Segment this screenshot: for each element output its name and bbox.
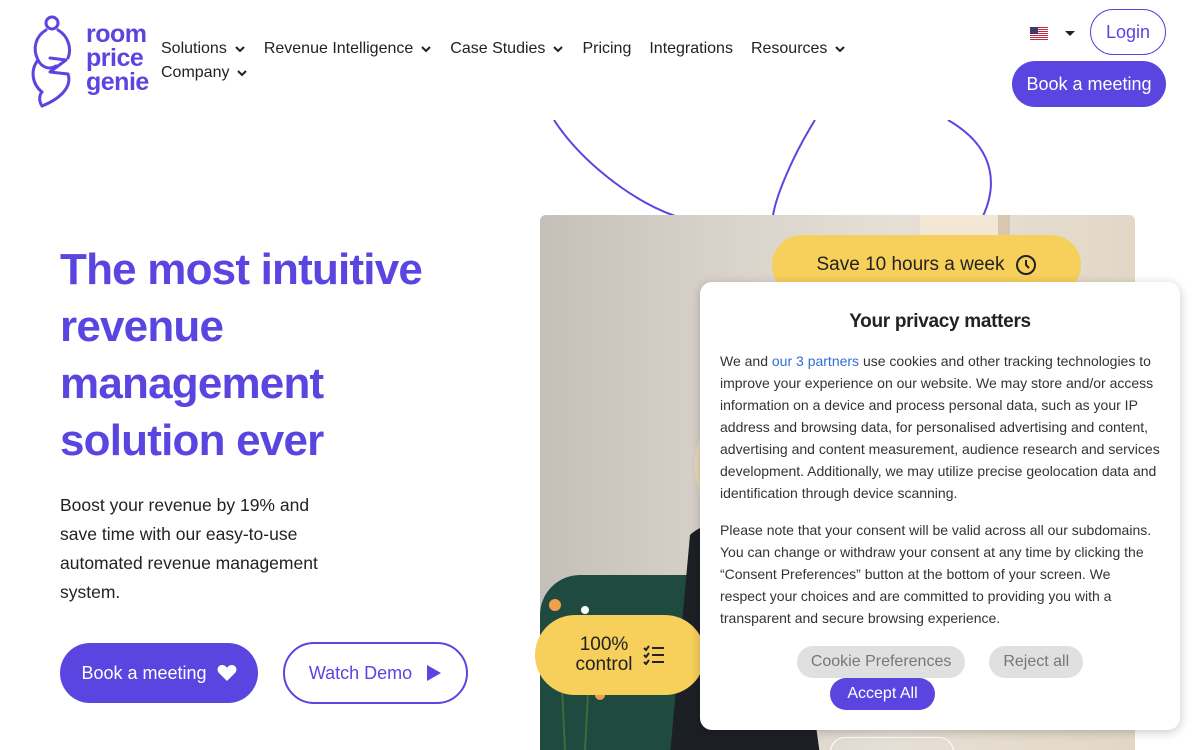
- main-nav: Solutions Revenue Intelligence Case Stud…: [161, 37, 861, 85]
- brand-wordmark: room price genie: [86, 20, 149, 96]
- nav-item-integrations[interactable]: Integrations: [649, 40, 733, 58]
- chevron-down-icon: [237, 70, 248, 77]
- nav-item-resources[interactable]: Resources: [751, 40, 846, 58]
- partners-link[interactable]: our 3 partners: [772, 353, 859, 369]
- nav-item-revenue-intelligence[interactable]: Revenue Intelligence: [264, 40, 432, 58]
- accept-all-button[interactable]: Accept All: [830, 678, 935, 710]
- hero-title-line: The most intuitive: [60, 245, 423, 294]
- control-label: control: [575, 654, 633, 675]
- hero-title-line: revenue: [60, 302, 224, 351]
- book-meeting-button[interactable]: Book a meeting: [60, 643, 258, 703]
- privacy-modal: Your privacy matters We and our 3 partne…: [700, 282, 1180, 730]
- logo-line-genie: genie: [86, 68, 149, 96]
- checklist-icon: [642, 645, 664, 665]
- privacy-paragraph-2: Please note that your consent will be va…: [720, 522, 1152, 626]
- decorative-curves: [553, 120, 992, 217]
- privacy-p1-prefix: We and: [720, 353, 772, 369]
- privacy-actions: Cookie Preferences Reject all: [700, 646, 1180, 678]
- privacy-p1-rest: use cookies and other tracking technolog…: [720, 353, 1160, 501]
- clock-icon: [1015, 255, 1036, 275]
- nav-label: Resources: [750, 40, 828, 57]
- chevron-down-icon: [553, 46, 564, 53]
- nav-label: Revenue Intelligence: [263, 40, 414, 57]
- nav-item-pricing[interactable]: Pricing: [582, 40, 631, 58]
- chevron-down-icon: [421, 46, 431, 53]
- hero-title-line: solution ever: [60, 416, 324, 465]
- nav-row-2: Company: [161, 61, 861, 85]
- us-flag-icon: [1030, 27, 1048, 40]
- language-selector[interactable]: [1030, 27, 1076, 40]
- watch-demo-label: Watch Demo: [308, 662, 413, 683]
- nav-label: Pricing: [582, 40, 632, 57]
- nav-label: Solutions: [161, 40, 227, 57]
- brand-logo[interactable]: room price genie: [28, 14, 149, 110]
- chevron-down-icon: [235, 46, 245, 53]
- heart-icon: [217, 665, 236, 681]
- control-badge: 100% control: [535, 615, 705, 695]
- genie-logo-icon: [31, 15, 72, 108]
- hero-title-line: management: [60, 359, 324, 408]
- nav-item-case-studies[interactable]: Case Studies: [450, 40, 564, 58]
- chevron-down-icon: [835, 46, 846, 53]
- nav-item-solutions[interactable]: Solutions: [161, 40, 246, 58]
- logo-line-price: price: [86, 44, 144, 72]
- nav-row-1: Solutions Revenue Intelligence Case Stud…: [161, 37, 861, 61]
- nav-item-company[interactable]: Company: [161, 64, 248, 82]
- login-button[interactable]: Login: [1090, 9, 1166, 55]
- reject-all-button[interactable]: Reject all: [989, 646, 1084, 678]
- hero-subtitle: Boost your revenue by 19% and save time …: [60, 495, 318, 602]
- privacy-paragraph-1: We and our 3 partners use cookies and ot…: [720, 350, 1160, 504]
- hero-title: The most intuitive revenue management so…: [60, 241, 500, 469]
- privacy-title: Your privacy matters: [849, 311, 1031, 332]
- save-time-text: Save 10 hours a week: [816, 254, 1005, 275]
- logo-line-room: room: [86, 20, 147, 48]
- cookie-preferences-button[interactable]: Cookie Preferences: [796, 646, 966, 678]
- book-meeting-label: Book a meeting: [81, 662, 207, 683]
- control-percent: 100%: [579, 634, 629, 655]
- watch-demo-button[interactable]: Watch Demo: [283, 642, 468, 704]
- nav-label: Case Studies: [450, 40, 546, 57]
- nav-label: Integrations: [649, 40, 733, 57]
- book-meeting-header-button[interactable]: Book a meeting: [1012, 61, 1166, 107]
- nav-label: Company: [161, 64, 230, 81]
- decorative-ring: [830, 737, 954, 750]
- play-icon: [427, 665, 442, 681]
- chevron-down-icon: [1065, 30, 1075, 36]
